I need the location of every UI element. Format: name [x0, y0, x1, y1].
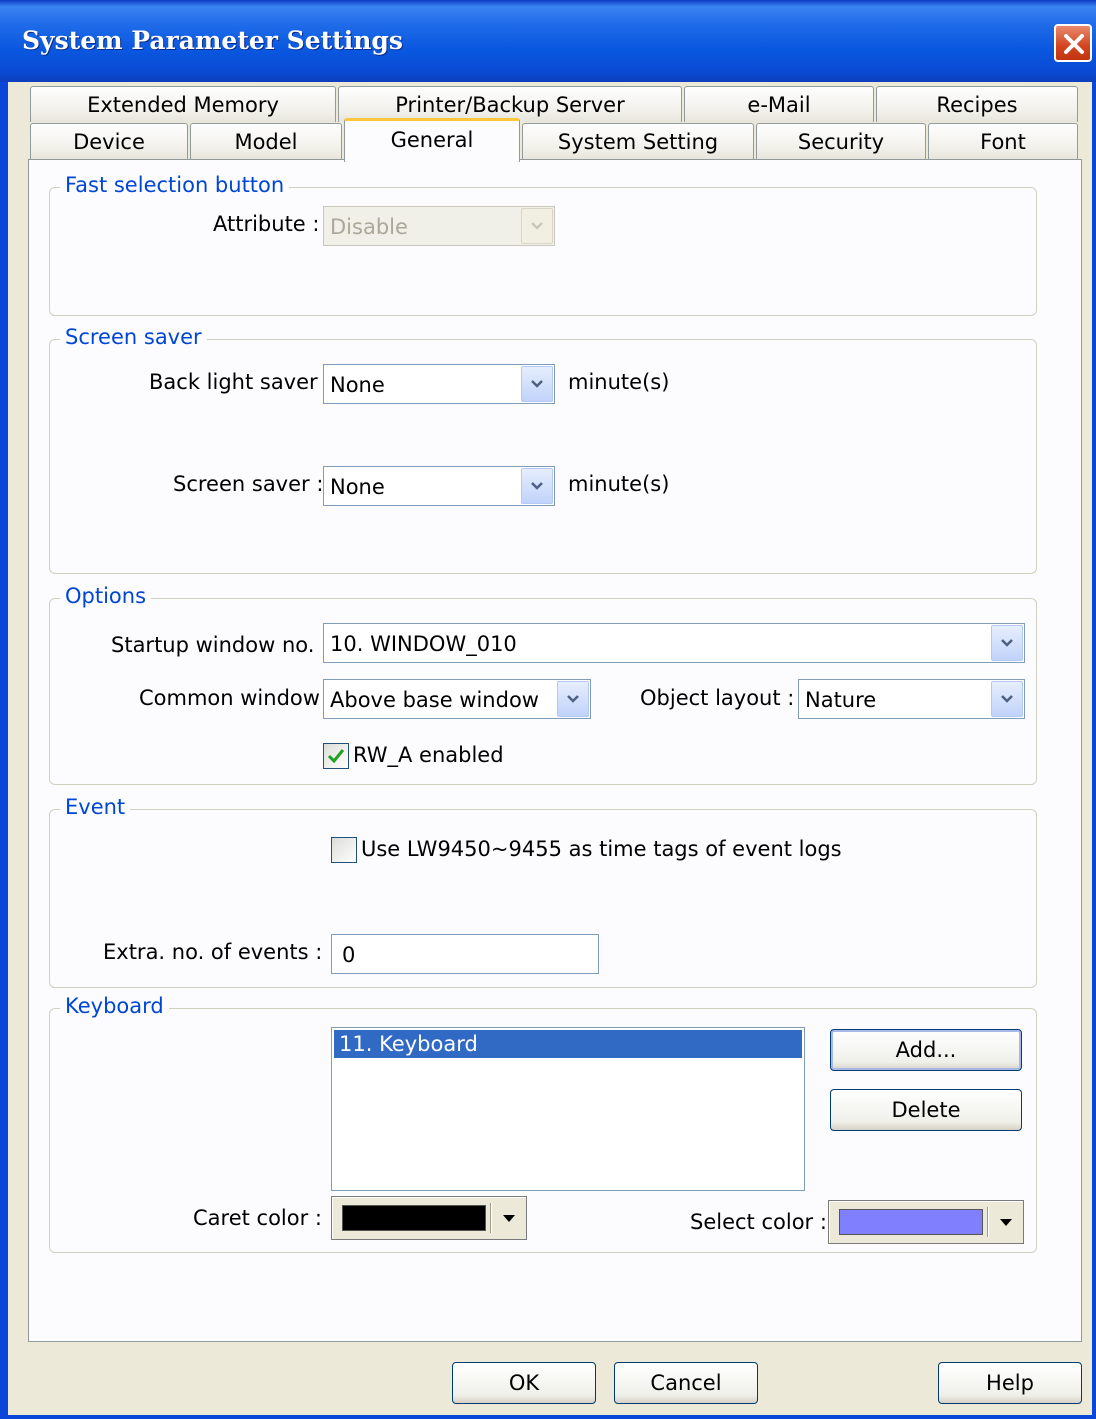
tab-system-setting[interactable]: System Setting — [522, 123, 754, 159]
tab-extended-memory[interactable]: Extended Memory — [30, 86, 336, 122]
help-button[interactable]: Help — [938, 1362, 1082, 1404]
tab-model[interactable]: Model — [190, 123, 342, 159]
object-layout-label: Object layout : — [640, 686, 795, 710]
group-fast-selection: Fast selection button Attribute : Disabl… — [49, 173, 1037, 316]
time-tags-checkbox[interactable] — [331, 837, 357, 863]
close-button[interactable] — [1054, 24, 1092, 62]
group-title: Options — [60, 584, 152, 608]
tab-recipes[interactable]: Recipes — [876, 86, 1078, 122]
tab-label: Security — [797, 130, 885, 154]
attribute-value: Disable — [330, 215, 408, 239]
dropdown-arrow-icon[interactable] — [502, 1214, 516, 1223]
group-event: Event Use LW9450~9455 as time tags of ev… — [49, 795, 1037, 988]
list-item[interactable]: 11. Keyboard — [334, 1030, 802, 1058]
ok-button[interactable]: OK — [452, 1362, 596, 1404]
tab-label: Font — [980, 130, 1026, 154]
picker-separator — [987, 1207, 989, 1237]
add-button[interactable]: Add... — [830, 1029, 1022, 1071]
group-title: Event — [60, 795, 131, 819]
tab-font[interactable]: Font — [928, 123, 1078, 159]
select-color-swatch — [839, 1209, 983, 1235]
tab-label: General — [390, 128, 474, 152]
tab-label: Model — [234, 130, 298, 154]
tab-general[interactable]: General — [344, 118, 520, 162]
chevron-down-icon[interactable] — [991, 681, 1023, 717]
backlight-select[interactable]: None — [323, 364, 555, 404]
tab-device[interactable]: Device — [30, 123, 188, 159]
rwa-enabled-checkbox[interactable] — [323, 743, 349, 769]
tab-label: System Setting — [557, 130, 719, 154]
dropdown-arrow-icon[interactable] — [999, 1218, 1013, 1227]
cancel-button-label: Cancel — [650, 1371, 722, 1395]
screensaver-value: None — [330, 475, 385, 499]
tab-label: Printer/Backup Server — [395, 93, 625, 117]
group-title: Fast selection button — [60, 173, 290, 197]
extra-events-value: 0 — [342, 943, 356, 967]
startup-label: Startup window no. : — [111, 633, 329, 657]
tab-label: Extended Memory — [87, 93, 279, 117]
extra-events-label: Extra. no. of events : — [103, 940, 323, 964]
select-color-picker[interactable] — [828, 1200, 1024, 1244]
time-tags-label[interactable]: Use LW9450~9455 as time tags of event lo… — [361, 837, 842, 861]
group-title: Screen saver — [60, 325, 207, 349]
screensaver-label: Screen saver : — [173, 472, 324, 496]
attribute-label: Attribute : — [213, 212, 320, 236]
chevron-down-icon[interactable] — [521, 366, 553, 402]
caret-color-label: Caret color : — [193, 1206, 322, 1230]
picker-separator — [490, 1203, 492, 1233]
backlight-unit: minute(s) — [568, 370, 670, 394]
extra-events-input[interactable]: 0 — [331, 934, 599, 974]
ok-button-label: OK — [508, 1371, 540, 1395]
caret-color-swatch — [342, 1205, 486, 1231]
chevron-down-icon — [521, 208, 553, 244]
help-button-label: Help — [986, 1371, 1034, 1395]
add-button-label: Add... — [895, 1038, 957, 1062]
keyboard-list[interactable]: 11. Keyboard — [331, 1027, 805, 1191]
select-color-label: Select color : — [690, 1210, 827, 1234]
tab-email[interactable]: e-Mail — [684, 86, 874, 122]
tab-printer-backup-server[interactable]: Printer/Backup Server — [338, 86, 682, 122]
group-keyboard: Keyboard 11. Keyboard Add... Delete Care… — [49, 994, 1037, 1253]
close-icon — [1064, 34, 1084, 54]
title-bar[interactable]: System Parameter Settings — [0, 0, 1096, 82]
group-options: Options Startup window no. : 10. WINDOW_… — [49, 584, 1037, 785]
tab-panel-general: Fast selection button Attribute : Disabl… — [28, 159, 1082, 1342]
chevron-down-icon[interactable] — [991, 625, 1023, 661]
caret-color-picker[interactable] — [331, 1196, 527, 1240]
cancel-button[interactable]: Cancel — [614, 1362, 758, 1404]
tab-label: Recipes — [936, 93, 1018, 117]
group-title: Keyboard — [60, 994, 169, 1018]
common-window-select[interactable]: Above base window — [323, 679, 591, 719]
screensaver-select[interactable]: None — [323, 466, 555, 506]
delete-button-label: Delete — [891, 1098, 961, 1122]
checkmark-icon — [327, 749, 345, 764]
screensaver-unit: minute(s) — [568, 472, 670, 496]
window-title: System Parameter Settings — [22, 26, 403, 55]
delete-button[interactable]: Delete — [830, 1089, 1022, 1131]
chevron-down-icon[interactable] — [521, 468, 553, 504]
object-layout-value: Nature — [805, 688, 877, 712]
tab-security[interactable]: Security — [756, 123, 926, 159]
object-layout-select[interactable]: Nature — [798, 679, 1025, 719]
chevron-down-icon[interactable] — [557, 681, 589, 717]
rwa-enabled-label[interactable]: RW_A enabled — [353, 743, 504, 767]
tab-label: e-Mail — [747, 93, 811, 117]
backlight-label: Back light saver : — [149, 370, 332, 394]
common-window-value: Above base window — [330, 688, 539, 712]
startup-value: 10. WINDOW_010 — [330, 632, 517, 656]
startup-window-select[interactable]: 10. WINDOW_010 — [323, 623, 1025, 663]
tab-label: Device — [73, 130, 145, 154]
attribute-select: Disable — [323, 206, 555, 246]
group-screen-saver: Screen saver Back light saver : None min… — [49, 325, 1037, 574]
backlight-value: None — [330, 373, 385, 397]
common-window-label: Common window : — [139, 686, 334, 710]
